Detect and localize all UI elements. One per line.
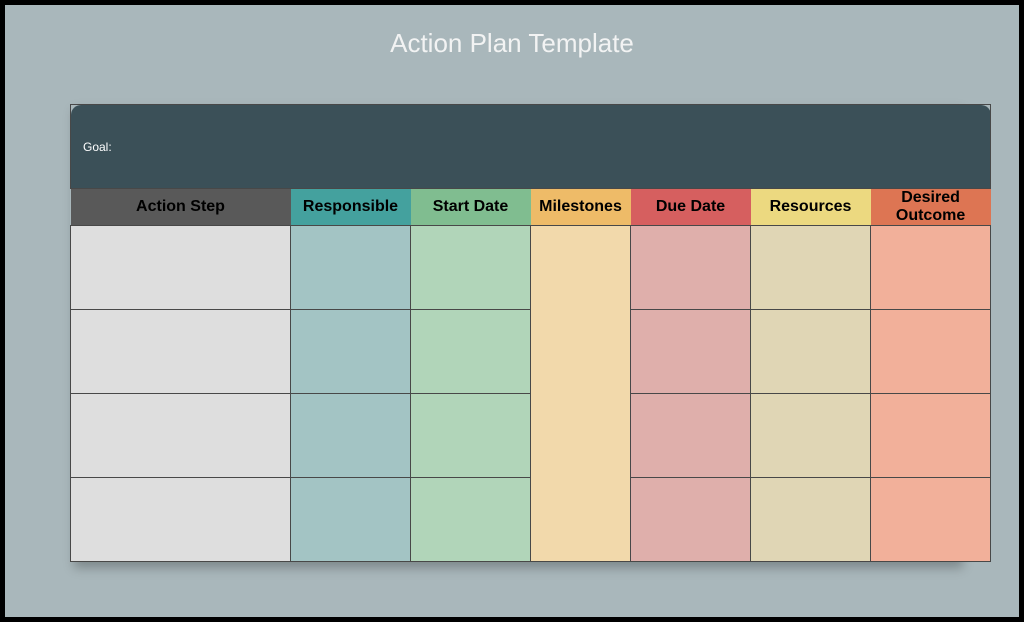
page-title: Action Plan Template: [10, 28, 1014, 59]
cell-resources[interactable]: [751, 226, 871, 310]
action-plan-table-container: Goal: Action Step Responsible Start Date…: [70, 104, 959, 562]
cell-resources[interactable]: [751, 394, 871, 478]
cell-action-step[interactable]: [71, 226, 291, 310]
template-frame: Action Plan Template Goal: Action Step R…: [0, 0, 1024, 622]
cell-action-step[interactable]: [71, 478, 291, 562]
table-header-row: Action Step Responsible Start Date Miles…: [71, 189, 991, 226]
cell-start-date[interactable]: [411, 310, 531, 394]
cell-action-step[interactable]: [71, 310, 291, 394]
header-milestones: Milestones: [531, 189, 631, 226]
cell-responsible[interactable]: [291, 310, 411, 394]
cell-start-date[interactable]: [411, 478, 531, 562]
goal-label[interactable]: Goal:: [71, 105, 991, 189]
goal-row: Goal:: [71, 105, 991, 189]
cell-resources[interactable]: [751, 310, 871, 394]
header-due-date: Due Date: [631, 189, 751, 226]
cell-desired-outcome[interactable]: [871, 226, 991, 310]
cell-due-date[interactable]: [631, 226, 751, 310]
header-desired-outcome: Desired Outcome: [871, 189, 991, 226]
action-plan-table: Goal: Action Step Responsible Start Date…: [70, 104, 991, 562]
cell-due-date[interactable]: [631, 394, 751, 478]
cell-due-date[interactable]: [631, 310, 751, 394]
cell-milestones-merged[interactable]: [531, 226, 631, 562]
cell-responsible[interactable]: [291, 478, 411, 562]
header-start-date: Start Date: [411, 189, 531, 226]
table-row: [71, 226, 991, 310]
cell-start-date[interactable]: [411, 226, 531, 310]
cell-responsible[interactable]: [291, 394, 411, 478]
cell-action-step[interactable]: [71, 394, 291, 478]
cell-resources[interactable]: [751, 478, 871, 562]
header-responsible: Responsible: [291, 189, 411, 226]
header-action-step: Action Step: [71, 189, 291, 226]
header-resources: Resources: [751, 189, 871, 226]
cell-start-date[interactable]: [411, 394, 531, 478]
cell-desired-outcome[interactable]: [871, 478, 991, 562]
cell-desired-outcome[interactable]: [871, 310, 991, 394]
cell-desired-outcome[interactable]: [871, 394, 991, 478]
cell-due-date[interactable]: [631, 478, 751, 562]
cell-responsible[interactable]: [291, 226, 411, 310]
